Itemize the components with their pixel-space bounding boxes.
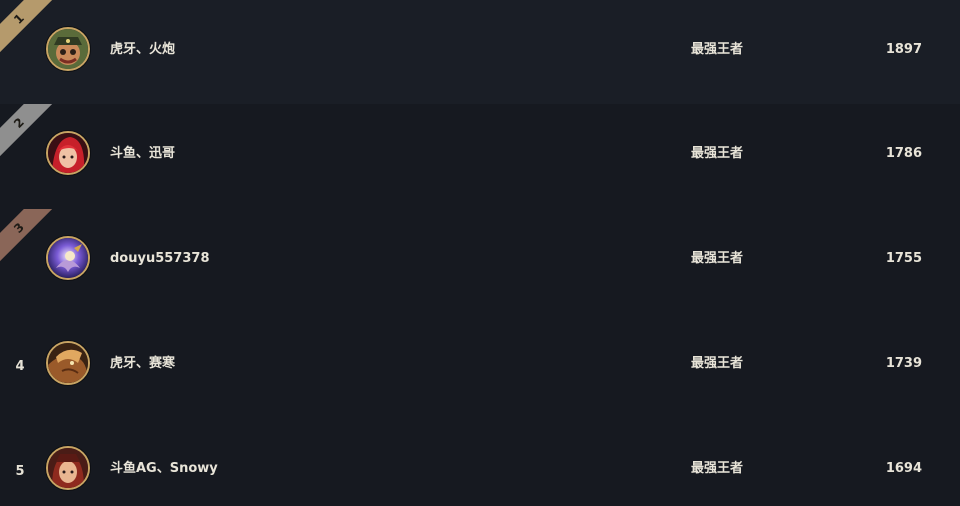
player-points: 1897	[885, 42, 922, 57]
player-name[interactable]: 斗鱼AG、Snowy	[110, 419, 218, 506]
katarina-portrait-icon[interactable]	[46, 131, 90, 175]
player-tier: 最强王者	[691, 461, 744, 476]
purple-champion-portrait-icon[interactable]	[46, 236, 90, 280]
rank-number: 3	[11, 220, 27, 236]
leaderboard: 1 虎牙、火炮 最强王者 1897 2 斗鱼、迅哥 最强王者 1786 3 do…	[0, 0, 960, 506]
rank-number: 5	[15, 464, 25, 479]
leaderboard-row[interactable]: 5 斗鱼AG、Snowy 最强王者 1694	[0, 419, 960, 506]
player-tier: 最强王者	[691, 42, 744, 57]
player-name[interactable]: 虎牙、火炮	[110, 0, 175, 100]
player-points: 1755	[885, 251, 922, 266]
leaderboard-row[interactable]: 4 虎牙、赛寒 最强王者 1739	[0, 314, 960, 420]
rank-number: 4	[15, 359, 25, 374]
player-name[interactable]: douyu557378	[110, 209, 210, 309]
player-points: 1739	[885, 356, 922, 371]
leaderboard-row[interactable]: 2 斗鱼、迅哥 最强王者 1786	[0, 104, 960, 210]
leaderboard-row[interactable]: 1 虎牙、火炮 最强王者 1897	[0, 0, 960, 106]
player-tier: 最强王者	[691, 251, 744, 266]
player-tier: 最强王者	[691, 146, 744, 161]
player-name[interactable]: 虎牙、赛寒	[110, 314, 175, 414]
miss-fortune-portrait-icon[interactable]	[46, 446, 90, 490]
player-points: 1694	[885, 461, 922, 476]
rank-number: 1	[11, 11, 27, 27]
rank-number: 2	[11, 115, 27, 131]
player-tier: 最强王者	[691, 356, 744, 371]
beast-champion-portrait-icon[interactable]	[46, 341, 90, 385]
leaderboard-row[interactable]: 3 douyu557378 最强王者 1755	[0, 209, 960, 315]
player-points: 1786	[885, 146, 922, 161]
player-name[interactable]: 斗鱼、迅哥	[110, 104, 175, 204]
gangplank-portrait-icon[interactable]	[46, 27, 90, 71]
